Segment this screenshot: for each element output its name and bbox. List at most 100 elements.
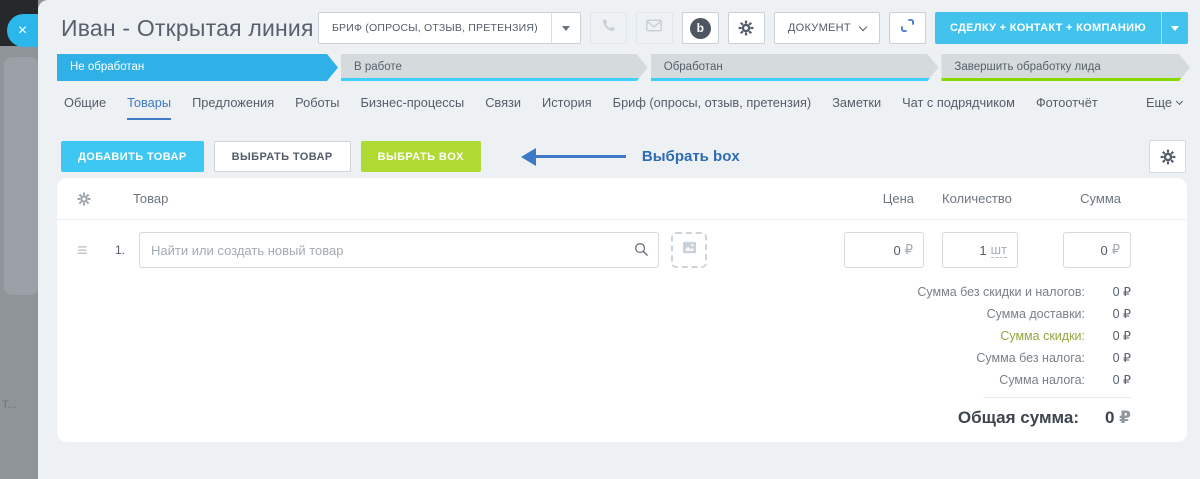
annotation-label: Выбрать box [641,148,740,165]
stage-accent-stripe [651,78,939,81]
stage-accent-stripe [941,78,1190,81]
chevron-down-icon [1175,97,1184,106]
stage-finish-lead[interactable]: Завершить обработку лида [941,54,1190,81]
price-input[interactable]: 0 ₽ [844,232,924,268]
row-index: 1. [114,243,125,257]
sum-currency: ₽ [1111,242,1120,257]
grand-total-value: 0 ₽ [1104,408,1131,427]
create-deal-button[interactable]: СДЕЛКУ + КОНТАКТ + КОМПАНИЮ [934,12,1188,44]
background-page-block [4,57,38,295]
sum-input[interactable]: 0 ₽ [1063,232,1131,268]
title-row: Иван - Открытая линия [61,15,357,42]
tab-robots[interactable]: Роботы [295,95,339,120]
column-quantity: Количество [942,191,1012,206]
tab-notes[interactable]: Заметки [832,95,881,120]
stage-in-progress[interactable]: В работе [341,54,648,81]
document-button-label: ДОКУМЕНТ [787,22,851,34]
settings-button[interactable] [727,12,765,44]
quantity-unit[interactable]: шт [990,242,1007,258]
grand-total-row: Общая сумма: 0 ₽ [958,408,1131,428]
email-button[interactable] [635,12,673,44]
tab-history[interactable]: История [542,95,592,120]
column-sum: Сумма [1080,191,1121,206]
select-box-annotation: Выбрать box [520,147,740,166]
tab-business-processes[interactable]: Бизнес-процессы [360,95,464,120]
chevron-down-icon [858,22,868,31]
expand-brackets-icon [899,17,916,39]
select-box-button[interactable]: ВЫБРАТЬ BOX [360,141,481,172]
stage-processed[interactable]: Обработан [651,54,939,81]
detail-tabs: Общие Товары Предложения Роботы Бизнес-п… [64,95,1184,120]
tab-products[interactable]: Товары [127,95,172,120]
product-row: ≡ 1. 0 ₽ [57,220,1187,268]
column-settings-gear-icon[interactable] [77,192,91,206]
stage-label: Завершить обработку лида [954,61,1101,73]
tab-contractor-chat[interactable]: Чат с подрядчиком [902,95,1015,120]
totals-divider [983,397,1131,398]
grand-total-label: Общая сумма: [957,408,1079,427]
tabs-more-label: Еще [1145,95,1172,110]
products-card: Товар Цена Количество Сумма ≡ 1. Найти и… [57,178,1187,442]
create-deal-dropdown-toggle[interactable] [1161,12,1188,44]
brief-button[interactable]: БРИФ (ОПРОСЫ, ОТЗЫВ, ПРЕТЕНЗИЯ) [317,12,581,44]
add-product-button[interactable]: ДОБАВИТЬ ТОВАР [61,141,204,172]
product-search-input[interactable] [139,232,659,268]
lead-slider-panel: Иван - Открытая линия БРИФ (ОПРОСЫ, ОТЗЫ… [38,0,1200,479]
caret-down-icon [561,25,570,31]
close-slider-button[interactable]: × [7,14,38,47]
stage-label: Не обработан [70,61,145,73]
gear-icon [1160,149,1176,165]
background-truncated-text: Т... [2,399,17,411]
arrow-line [535,155,626,158]
sum-value: 0 [1100,242,1108,258]
quantity-value: 1 [979,242,987,258]
messenger-button[interactable]: b [681,12,719,44]
total-row-tax: Сумма налога: 0 ₽ [999,373,1131,387]
caret-down-icon [1171,25,1179,31]
brief-button-label: БРИФ (ОПРОСЫ, ОТЗЫВ, ПРЕТЕНЗИЯ) [331,22,538,34]
column-price: Цена [882,191,914,206]
column-product: Товар [133,191,169,206]
image-icon [682,240,697,260]
tab-general[interactable]: Общие [64,95,106,120]
quantity-input[interactable]: 1 шт [942,232,1018,268]
total-row-without-discount-tax: Сумма без скидки и налогов: 0 ₽ [917,285,1131,299]
stage-label: В работе [354,61,402,73]
brief-dropdown-toggle[interactable] [550,13,580,43]
lead-detail-screen: Т... × Иван - Открытая линия БРИФ (ОПРОС… [0,0,1200,479]
expand-button[interactable] [888,12,926,44]
tab-brief[interactable]: Бриф (опросы, отзыв, претензия) [613,95,812,120]
total-row-without-tax: Сумма без налога: 0 ₽ [976,351,1131,365]
total-row-delivery: Сумма доставки: 0 ₽ [986,307,1131,321]
phone-icon [601,18,616,38]
tab-links[interactable]: Связи [485,95,521,120]
tabs-more-button[interactable]: Еще [1145,95,1184,110]
gear-icon [738,20,754,36]
page-title: Иван - Открытая линия [61,15,314,41]
grid-settings-button[interactable] [1149,140,1186,173]
call-button[interactable] [589,12,627,44]
total-row-discount: Сумма скидки: 0 ₽ [1000,329,1131,343]
product-search [139,232,659,268]
messenger-icon: b [689,17,711,39]
select-product-button[interactable]: ВЫБРАТЬ ТОВАР [213,141,351,172]
tab-photo-report[interactable]: Фотоотчёт [1036,95,1098,120]
stage-label: Обработан [663,61,723,73]
create-deal-label: СДЕЛКУ + КОНТАКТ + КОМПАНИЮ [949,22,1146,34]
drag-handle-icon[interactable]: ≡ [77,241,93,259]
products-toolbar: ДОБАВИТЬ ТОВАР ВЫБРАТЬ ТОВАР ВЫБРАТЬ BOX… [61,140,1186,173]
stage-accent-stripe [341,78,648,81]
totals-section: Сумма без скидки и налогов: 0 ₽ Сумма до… [57,284,1187,428]
product-image-upload[interactable] [671,232,707,268]
price-currency: ₽ [904,242,913,257]
stage-bar: Не обработан В работе Обработан Завершит… [57,54,1190,81]
price-value: 0 [893,242,901,258]
close-icon: × [17,21,28,39]
search-icon[interactable] [634,242,649,262]
products-table-header: Товар Цена Количество Сумма [57,178,1187,220]
document-button[interactable]: ДОКУМЕНТ [773,12,880,44]
header-actions: БРИФ (ОПРОСЫ, ОТЗЫВ, ПРЕТЕНЗИЯ) b ДОКУМЕ… [317,12,1188,44]
envelope-icon [646,19,663,37]
tab-offers[interactable]: Предложения [192,95,274,120]
stage-not-processed[interactable]: Не обработан [57,54,338,81]
